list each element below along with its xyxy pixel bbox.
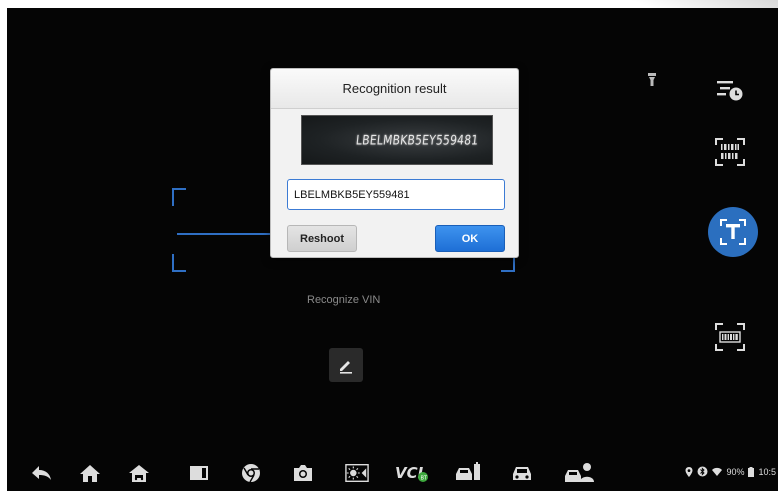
reticle-corner-top-left xyxy=(172,188,186,206)
svg-text:BT: BT xyxy=(421,476,428,482)
camera-icon[interactable] xyxy=(291,462,315,484)
barcode-scan-icon xyxy=(715,138,745,166)
ok-button[interactable]: OK xyxy=(435,225,505,252)
vin-input[interactable] xyxy=(287,179,505,210)
vin-scan-icon xyxy=(715,323,745,351)
text-recognition-button[interactable] xyxy=(708,207,758,257)
recognize-vin-label: Recognize VIN xyxy=(307,294,381,306)
reshoot-button[interactable]: Reshoot xyxy=(287,225,357,252)
wifi-icon xyxy=(712,467,723,476)
battery-percent: 90% xyxy=(726,466,745,477)
history-button[interactable] xyxy=(712,72,748,108)
vehicle-diagnostics-icon[interactable] xyxy=(453,462,483,484)
home-icon[interactable] xyxy=(78,462,102,484)
history-icon xyxy=(717,81,743,101)
back-icon[interactable] xyxy=(29,462,53,484)
vci-icon[interactable]: VCI BT xyxy=(395,462,429,484)
barcode-scan-button[interactable] xyxy=(712,134,748,170)
recognition-result-dialog: Recognition result LBELMBKB5EY559481 Res… xyxy=(270,68,519,258)
manual-edit-button[interactable] xyxy=(329,348,363,382)
vin-scan-button[interactable] xyxy=(712,319,748,355)
vehicle-home-icon[interactable] xyxy=(127,462,151,484)
dialog-title: Recognition result xyxy=(271,69,518,109)
bottom-navigation-bar: VCI BT 90% 10:5 xyxy=(7,454,778,491)
vin-image-text: LBELMBKB5EY559481 xyxy=(354,132,479,148)
flashlight-icon[interactable] xyxy=(647,73,657,92)
scanner-screen: Recognize VIN Recognition result LBELMBK… xyxy=(7,8,778,491)
car-icon[interactable] xyxy=(510,462,534,484)
battery-icon xyxy=(748,466,755,477)
browser-icon[interactable] xyxy=(239,462,263,484)
service-car-icon[interactable] xyxy=(563,462,595,484)
brightness-icon[interactable] xyxy=(345,462,369,484)
location-icon xyxy=(685,466,693,477)
clock: 10:5 xyxy=(758,466,776,477)
pencil-icon xyxy=(340,361,352,374)
vin-captured-image: LBELMBKB5EY559481 xyxy=(301,115,493,165)
window-icon[interactable] xyxy=(187,462,211,484)
status-bar: 90% 10:5 xyxy=(685,466,776,477)
text-recognition-icon xyxy=(720,219,746,245)
scan-line xyxy=(177,233,277,235)
reticle-corner-bottom-left xyxy=(172,254,186,272)
bluetooth-badge-icon xyxy=(697,466,708,477)
